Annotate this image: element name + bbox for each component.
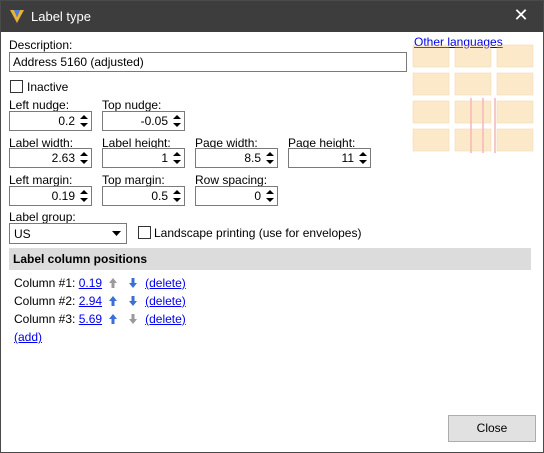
spinner-arrows-icon[interactable] xyxy=(79,188,89,204)
spinner-arrows-icon[interactable] xyxy=(265,188,275,204)
spinner-arrows-icon[interactable] xyxy=(79,113,89,129)
move-up-icon xyxy=(109,277,118,288)
column-label: Column #3: xyxy=(14,311,76,326)
app-logo-icon xyxy=(10,10,24,23)
column-value-link[interactable]: 5.69 xyxy=(79,312,102,326)
move-down-icon xyxy=(128,313,137,324)
column-row: Column #2: 2.94 (delete) xyxy=(14,293,186,309)
label-height-spinner[interactable]: 1 xyxy=(102,148,185,168)
column-value-link[interactable]: 0.19 xyxy=(79,276,102,290)
column-label: Column #1: xyxy=(14,275,76,290)
add-column-row: (add) xyxy=(14,329,42,345)
column-label: Column #2: xyxy=(14,293,76,308)
chevron-down-icon xyxy=(112,231,121,236)
label-preview-image xyxy=(412,44,534,153)
label-type-dialog: Label type ✕ Description: Address 5160 (… xyxy=(0,0,544,453)
add-column-link[interactable]: (add) xyxy=(14,330,42,344)
left-nudge-label: Left nudge: xyxy=(9,98,70,112)
spinner-arrows-icon[interactable] xyxy=(172,188,182,204)
label-group-select[interactable]: US xyxy=(9,223,127,244)
spinner-arrows-icon[interactable] xyxy=(172,113,182,129)
row-spacing-value: 0 xyxy=(254,189,261,203)
label-group-label: Label group: xyxy=(9,210,76,224)
move-up-icon[interactable] xyxy=(108,313,118,325)
left-margin-spinner[interactable]: 0.19 xyxy=(9,186,92,206)
left-margin-value: 0.19 xyxy=(51,189,75,203)
row-spacing-label: Row spacing: xyxy=(195,173,268,187)
page-height-value: 11 xyxy=(341,151,354,165)
description-label: Description: xyxy=(9,38,73,52)
top-nudge-label: Top nudge: xyxy=(102,98,162,112)
spinner-arrows-icon[interactable] xyxy=(358,150,368,166)
column-row: Column #1: 0.19 (delete) xyxy=(14,275,186,291)
left-margin-label: Left margin: xyxy=(9,173,73,187)
move-down-icon[interactable] xyxy=(128,295,138,307)
top-margin-value: 0.5 xyxy=(151,189,168,203)
delete-column-link[interactable]: (delete) xyxy=(145,312,186,326)
left-nudge-value: 0.2 xyxy=(58,114,75,128)
left-nudge-spinner[interactable]: 0.2 xyxy=(9,111,92,131)
column-positions-header: Label column positions xyxy=(9,248,531,270)
spinner-arrows-icon[interactable] xyxy=(265,150,275,166)
column-row: Column #3: 5.69 (delete) xyxy=(14,311,186,327)
page-width-value: 8.5 xyxy=(244,151,261,165)
move-up-icon[interactable] xyxy=(108,295,118,307)
move-down-icon[interactable] xyxy=(128,277,138,289)
inactive-label: Inactive xyxy=(27,80,69,94)
row-spacing-spinner[interactable]: 0 xyxy=(195,186,278,206)
page-height-spinner[interactable]: 11 xyxy=(288,148,371,168)
label-width-value: 2.63 xyxy=(51,151,75,165)
close-icon: ✕ xyxy=(513,5,529,25)
top-nudge-value: -0.05 xyxy=(140,114,168,128)
label-height-value: 1 xyxy=(161,151,168,165)
top-margin-spinner[interactable]: 0.5 xyxy=(102,186,185,206)
landscape-checkbox[interactable] xyxy=(138,226,151,239)
spinner-arrows-icon[interactable] xyxy=(172,150,182,166)
column-value-link[interactable]: 2.94 xyxy=(79,294,102,308)
close-button[interactable]: Close xyxy=(448,415,536,442)
inactive-checkbox[interactable] xyxy=(10,80,23,93)
top-nudge-spinner[interactable]: -0.05 xyxy=(102,111,185,131)
landscape-label: Landscape printing (use for envelopes) xyxy=(154,226,362,240)
delete-column-link[interactable]: (delete) xyxy=(145,294,186,308)
description-input[interactable]: Address 5160 (adjusted) xyxy=(9,52,407,72)
page-width-spinner[interactable]: 8.5 xyxy=(195,148,278,168)
spinner-arrows-icon[interactable] xyxy=(79,150,89,166)
top-margin-label: Top margin: xyxy=(102,173,165,187)
delete-column-link[interactable]: (delete) xyxy=(145,276,186,290)
title-bar: Label type ✕ xyxy=(1,1,543,32)
label-group-value: US xyxy=(14,227,31,241)
window-close-button[interactable]: ✕ xyxy=(499,1,543,32)
label-width-spinner[interactable]: 2.63 xyxy=(9,148,92,168)
window-title: Label type xyxy=(31,9,91,24)
